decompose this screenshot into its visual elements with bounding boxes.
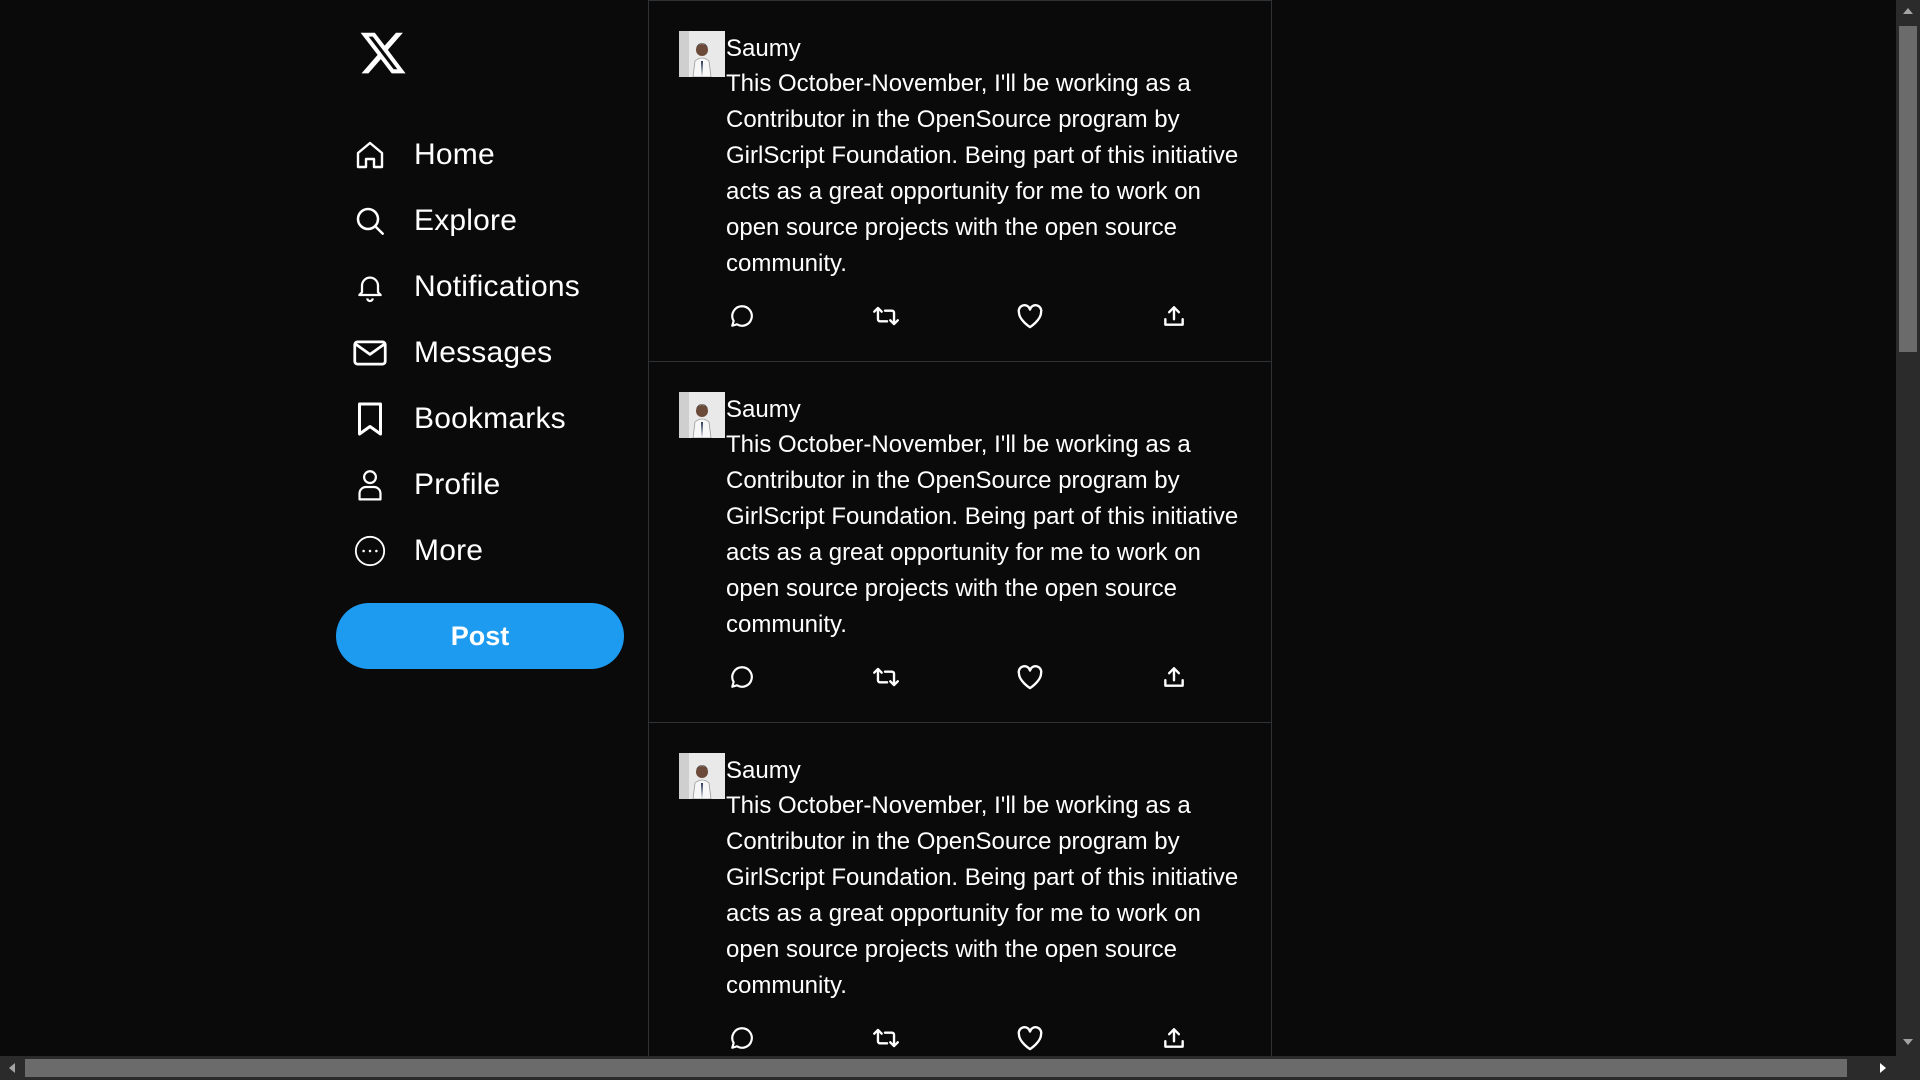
primary-nav: Home Explore Notifications Messages Book… — [352, 122, 642, 584]
avatar[interactable] — [679, 753, 725, 799]
sidebar-item-notifications[interactable]: Notifications — [352, 254, 642, 320]
sidebar-item-label: More — [414, 534, 484, 567]
sidebar-item-label: Messages — [414, 336, 553, 369]
tweet-actions — [727, 1023, 1187, 1056]
search-icon — [352, 203, 388, 239]
scroll-right-arrow-icon[interactable] — [1880, 1063, 1886, 1073]
sidebar-item-label: Bookmarks — [414, 402, 566, 435]
sidebar-item-label: Profile — [414, 468, 501, 501]
tweet-text: This October-November, I'll be working a… — [726, 792, 1239, 999]
sidebar-item-explore[interactable]: Explore — [352, 188, 642, 254]
sidebar-item-bookmarks[interactable]: Bookmarks — [352, 386, 642, 452]
sidebar-item-label: Explore — [414, 204, 518, 237]
sidebar-item-label: Notifications — [414, 270, 581, 303]
tweet[interactable]: Saumy This October-November, I'll be wor… — [649, 361, 1271, 721]
like-icon[interactable] — [1015, 662, 1045, 692]
sidebar-item-home[interactable]: Home — [352, 122, 642, 188]
x-logo-icon[interactable] — [358, 28, 408, 78]
retweet-icon[interactable] — [871, 1023, 901, 1053]
feed: Saumy This October-November, I'll be wor… — [648, 0, 1272, 1056]
tweet-author[interactable]: Saumy — [726, 395, 1246, 425]
retweet-icon[interactable] — [871, 301, 901, 331]
tweet-author[interactable]: Saumy — [726, 34, 1246, 64]
horizontal-scroll-thumb[interactable] — [25, 1059, 1847, 1077]
sidebar-item-profile[interactable]: Profile — [352, 452, 642, 518]
share-icon[interactable] — [1159, 301, 1189, 331]
sidebar-item-label: Home — [414, 138, 495, 171]
tweet-body: Saumy This October-November, I'll be wor… — [726, 756, 1246, 1004]
scroll-up-arrow-icon[interactable] — [1903, 8, 1913, 14]
retweet-icon[interactable] — [871, 662, 901, 692]
vertical-scroll-thumb[interactable] — [1899, 26, 1917, 352]
like-icon[interactable] — [1015, 301, 1045, 331]
more-circle-icon — [352, 533, 388, 569]
sidebar-item-messages[interactable]: Messages — [352, 320, 642, 386]
bell-icon — [352, 269, 388, 305]
sidebar-item-more[interactable]: More — [352, 518, 642, 584]
avatar[interactable] — [679, 392, 725, 438]
vertical-scrollbar[interactable] — [1896, 0, 1920, 1056]
tweet-author[interactable]: Saumy — [726, 756, 1246, 786]
avatar[interactable] — [679, 31, 725, 77]
like-icon[interactable] — [1015, 1023, 1045, 1053]
mail-icon — [352, 335, 388, 371]
home-icon — [352, 137, 388, 173]
reply-icon[interactable] — [727, 1023, 757, 1053]
tweet[interactable]: Saumy This October-November, I'll be wor… — [649, 722, 1271, 1056]
reply-icon[interactable] — [727, 301, 757, 331]
scrollbar-corner — [1896, 1056, 1920, 1080]
reply-icon[interactable] — [727, 662, 757, 692]
scroll-down-arrow-icon[interactable] — [1903, 1039, 1913, 1045]
tweet-body: Saumy This October-November, I'll be wor… — [726, 395, 1246, 643]
tweet-body: Saumy This October-November, I'll be wor… — [726, 34, 1246, 282]
tweet-text: This October-November, I'll be working a… — [726, 431, 1239, 638]
tweet-actions — [727, 662, 1187, 696]
post-button[interactable]: Post — [336, 603, 624, 669]
page: Home Explore Notifications Messages Book… — [0, 0, 1920, 1080]
tweet[interactable]: Saumy This October-November, I'll be wor… — [649, 0, 1271, 360]
bookmark-icon — [352, 401, 388, 437]
horizontal-scrollbar[interactable] — [0, 1056, 1896, 1080]
scroll-left-arrow-icon[interactable] — [9, 1063, 15, 1073]
tweet-text: This October-November, I'll be working a… — [726, 70, 1239, 277]
person-icon — [352, 467, 388, 503]
share-icon[interactable] — [1159, 1023, 1189, 1053]
share-icon[interactable] — [1159, 662, 1189, 692]
tweet-actions — [727, 301, 1187, 335]
